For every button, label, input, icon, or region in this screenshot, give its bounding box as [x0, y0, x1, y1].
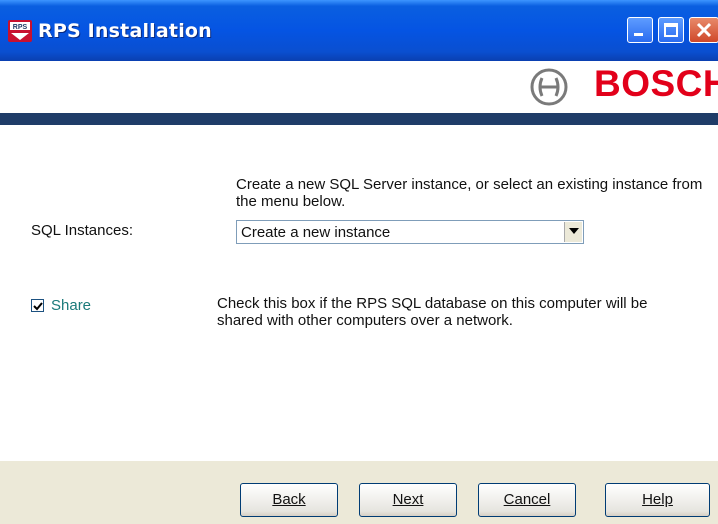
bosch-logo: BOSCH	[594, 63, 718, 104]
sql-instance-value: Create a new instance	[241, 224, 391, 241]
window-title: RPS Installation	[38, 20, 212, 42]
instance-description: Create a new SQL Server instance, or sel…	[236, 176, 703, 210]
maximize-button[interactable]	[658, 17, 684, 43]
next-label: Next	[392, 491, 424, 508]
bosch-armature-icon	[530, 68, 568, 106]
installer-window: RPS RPS Installation BOSCH Create a new …	[0, 0, 718, 524]
main-content: Create a new SQL Server instance, or sel…	[0, 125, 718, 460]
cancel-button[interactable]: Cancel	[478, 483, 576, 517]
minimize-icon	[634, 33, 643, 36]
title-bar[interactable]: RPS RPS Installation	[0, 0, 718, 61]
brand-header: BOSCH	[0, 61, 718, 113]
cancel-label: Cancel	[503, 491, 551, 508]
help-label: Help	[642, 491, 673, 508]
svg-text:RPS: RPS	[13, 24, 28, 31]
back-label: Back	[272, 491, 306, 508]
share-checkbox[interactable]	[31, 299, 44, 312]
maximize-icon	[664, 23, 678, 37]
next-button[interactable]: Next	[359, 483, 457, 517]
close-icon	[696, 22, 712, 38]
rps-app-icon: RPS	[8, 20, 32, 42]
chevron-down-icon	[569, 228, 579, 234]
sql-instance-dropdown[interactable]: Create a new instance	[236, 220, 584, 244]
sql-instances-label: SQL Instances:	[31, 222, 133, 239]
back-button[interactable]: Back	[240, 483, 338, 517]
checkmark-icon	[33, 302, 43, 311]
help-button[interactable]: Help	[605, 483, 710, 517]
minimize-button[interactable]	[627, 17, 653, 43]
button-bar: Back Next Cancel Help	[0, 460, 718, 524]
close-button[interactable]	[689, 17, 718, 43]
share-description: Check this box if the RPS SQL database o…	[217, 295, 648, 329]
header-divider	[0, 113, 718, 125]
share-label[interactable]: Share	[51, 297, 91, 314]
dropdown-button[interactable]	[564, 222, 582, 242]
